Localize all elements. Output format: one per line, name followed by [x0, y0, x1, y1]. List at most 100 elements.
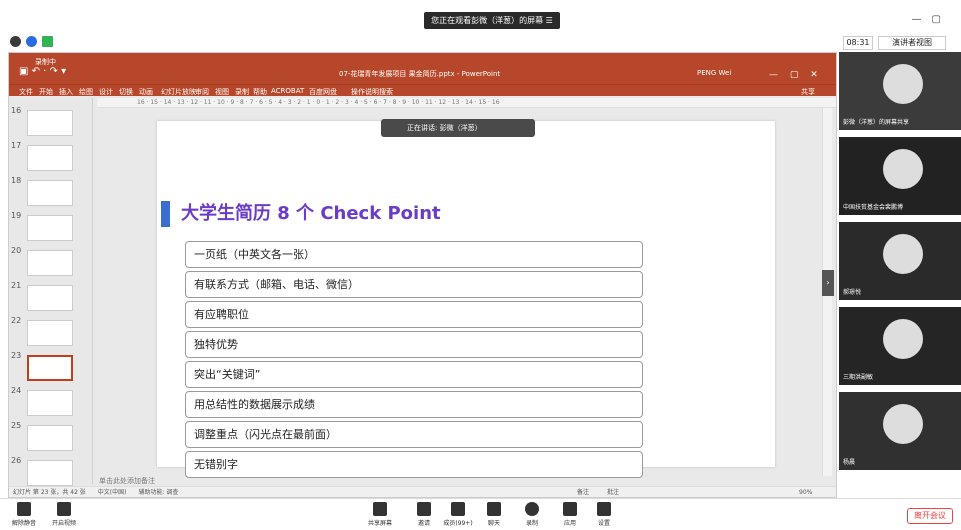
chat-label: 聊天 — [487, 520, 500, 527]
ribbon-tab[interactable]: 录制 — [235, 87, 249, 97]
slide-thumbnails-pane[interactable]: 16 17 18 19 20 21 22 23 24 25 26 — [9, 98, 93, 486]
ribbon-tab[interactable]: 审阅 — [195, 87, 209, 97]
zoom-level[interactable]: 90% — [799, 487, 812, 497]
participant-tile[interactable]: 彭微（洋葱）的屏幕共享 — [839, 52, 961, 130]
slide-thumbnail[interactable] — [27, 250, 73, 276]
comments-toggle[interactable]: 批注 — [607, 487, 619, 497]
speaking-text: 正在讲话: 彭微（洋葱） — [407, 124, 482, 132]
slide-thumbnail[interactable] — [27, 320, 73, 346]
collapse-panel-button[interactable]: › — [822, 270, 834, 296]
participant-name: 三期洪副敏 — [843, 374, 874, 381]
ribbon-tab[interactable]: 动画 — [139, 87, 153, 97]
ppt-window-controls[interactable]: — ▢ ✕ — [769, 67, 818, 80]
quick-access-icons[interactable]: ▣ ↶ · ↷ ▾ — [19, 66, 66, 77]
invite-label: 邀请 — [417, 520, 430, 527]
share-screen-button[interactable]: 共享屏幕 — [360, 502, 400, 527]
chat-button[interactable]: 聊天 — [474, 502, 514, 527]
security-icon[interactable] — [26, 36, 37, 47]
thumb-number: 19 — [11, 211, 22, 220]
ribbon-tab[interactable]: 帮助 — [253, 87, 267, 97]
participant-tile[interactable]: 郝璟悦 — [839, 222, 961, 300]
ribbon-tab[interactable]: 插入 — [59, 87, 73, 97]
meeting-status-row — [0, 34, 961, 52]
mute-button[interactable]: 解除静音 — [4, 502, 44, 527]
video-label: 开启视频 — [51, 520, 76, 527]
slide-thumbnail[interactable] — [27, 110, 73, 136]
ribbon-tab[interactable]: 设计 — [99, 87, 113, 97]
ribbon-tab[interactable]: ACROBAT — [271, 87, 304, 95]
restore-icon[interactable]: ▢ — [932, 14, 951, 25]
invite-icon — [417, 502, 431, 516]
minimize-icon[interactable]: — — [912, 14, 932, 25]
checkpoint-item: 有应聘职位 — [185, 301, 643, 328]
participant-name: 彭微（洋葱）的屏幕共享 — [843, 119, 910, 126]
ribbon-tab[interactable]: 切换 — [119, 87, 133, 97]
info-icon[interactable] — [10, 36, 21, 47]
ribbon-tab[interactable]: 开始 — [39, 87, 53, 97]
ribbon-tab[interactable]: 幻灯片放映 — [161, 87, 196, 97]
avatar — [883, 319, 923, 359]
slide-thumbnail[interactable] — [27, 425, 73, 451]
share-screen-icon — [373, 502, 387, 516]
notes-toggle[interactable]: 备注 — [577, 487, 589, 497]
share-ppt-button[interactable]: 共享 — [801, 87, 815, 97]
avatar — [883, 64, 923, 104]
meeting-time: 08:31 — [843, 36, 873, 50]
slide-thumbnail[interactable] — [27, 145, 73, 171]
shared-screen: 录制中 ▣ ↶ · ↷ ▾ 07-花瑞青年发展项目 果金简历.pptx - Po… — [8, 52, 837, 498]
checkpoint-item: 一页纸（中英文各一张） — [185, 241, 643, 268]
members-icon — [451, 502, 465, 516]
participant-tile[interactable]: 杨晨 — [839, 392, 961, 470]
apps-label: 应用 — [563, 520, 576, 527]
record-label: 录制 — [525, 520, 538, 527]
participant-name: 郝璟悦 — [843, 289, 862, 296]
horizontal-ruler: 16 · 15 · 14 · 13 · 12 · 11 · 10 · 9 · 8… — [97, 98, 836, 108]
slide-thumbnail[interactable] — [27, 460, 73, 486]
ribbon-tab[interactable]: 百度网盘 — [309, 87, 337, 97]
notes-pane[interactable]: 单击此处添加备注 — [97, 476, 836, 486]
participant-tile[interactable]: 三期洪副敏 — [839, 307, 961, 385]
thumb-number: 21 — [11, 281, 22, 290]
checkpoint-item: 突出“关键词” — [185, 361, 643, 388]
slide-title: 大学生简历 8 个 Check Point — [181, 203, 441, 224]
slide-thumbnail[interactable] — [27, 355, 73, 381]
file-title: 07-花瑞青年发展项目 果金简历.pptx - PowerPoint — [339, 70, 501, 78]
ribbon-tab[interactable]: 绘图 — [79, 87, 93, 97]
slide-thumbnail[interactable] — [27, 390, 73, 416]
participant-tile[interactable]: 中国扶贫基金会裴鹏博 — [839, 137, 961, 215]
signal-icon — [42, 36, 53, 47]
ribbon-tab[interactable]: 操作说明搜索 — [351, 87, 393, 97]
ribbon-tab[interactable]: 视图 — [215, 87, 229, 97]
participant-name: 杨晨 — [843, 459, 856, 466]
thumb-number: 16 — [11, 106, 22, 115]
slide-thumbnail[interactable] — [27, 285, 73, 311]
checkpoint-item: 有联系方式（邮箱、电话、微信） — [185, 271, 643, 298]
chat-icon — [487, 502, 501, 516]
ribbon-tab[interactable]: 文件 — [19, 87, 33, 97]
avatar — [883, 404, 923, 444]
ppt-titlebar: 录制中 ▣ ↶ · ↷ ▾ 07-花瑞青年发展项目 果金简历.pptx - Po… — [9, 53, 836, 84]
avatar — [883, 234, 923, 274]
share-banner: 您正在观看彭微（洋葱）的屏幕 ☰ — [424, 12, 560, 29]
camera-off-icon — [57, 502, 71, 516]
participant-name: 中国扶贫基金会裴鹏博 — [843, 204, 904, 211]
thumb-number: 23 — [11, 351, 22, 360]
window-controls[interactable]: —▢ — [912, 14, 951, 25]
settings-button[interactable]: 设置 — [584, 502, 624, 527]
participants-panel: 彭微（洋葱）的屏幕共享 中国扶贫基金会裴鹏博 郝璟悦三期洪副敏杨晨 — [839, 52, 961, 498]
mute-label: 解除静音 — [11, 520, 36, 527]
video-button[interactable]: 开启视频 — [44, 502, 84, 527]
meeting-toolbar: 解除静音 开启视频 共享屏幕 邀请 成员(99+) 聊天 录制 应用 设置 — [0, 498, 961, 530]
share-banner-text: 您正在观看彭微（洋葱）的屏幕 — [431, 16, 544, 25]
slide-thumbnail[interactable] — [27, 180, 73, 206]
leave-meeting-button[interactable]: 离开会议 — [907, 508, 953, 524]
gear-icon — [597, 502, 611, 516]
thumb-number: 20 — [11, 246, 22, 255]
members-button[interactable]: 成员(99+) — [438, 502, 478, 527]
thumb-number: 25 — [11, 421, 22, 430]
record-button[interactable]: 录制 — [512, 502, 552, 527]
apps-icon — [563, 502, 577, 516]
slide-thumbnail[interactable] — [27, 215, 73, 241]
view-mode-button[interactable]: 演讲者视图 — [878, 36, 946, 50]
user-name: PENG Wei — [697, 69, 732, 77]
